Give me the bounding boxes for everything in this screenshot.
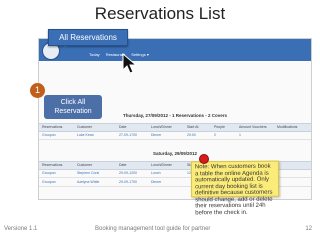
nav-today[interactable]: Today	[89, 52, 100, 59]
cell: Azelyna White	[77, 180, 100, 184]
col-lunch-dinner: Lunch/Dinner	[151, 125, 172, 129]
cell: Dinner	[151, 180, 162, 184]
col-reservations: Reservations	[42, 163, 63, 167]
slide-title: Reservations List	[94, 4, 226, 23]
footer-page-number: 12	[305, 226, 312, 232]
col-reservations: Reservations	[42, 125, 63, 129]
table-row[interactable]: Groupon Luke Kean 27-09-1700 Dinner 20:0…	[39, 132, 311, 140]
cell: Stephen Corsi	[77, 171, 100, 175]
col-customer: Customer	[77, 163, 93, 167]
day-header-2: Saturday, 29/09/2012	[153, 151, 197, 156]
cell[interactable]: Groupon	[42, 180, 56, 184]
cell: 20:00	[187, 133, 196, 137]
cell: Dinner	[151, 133, 162, 137]
col-date: Date	[119, 125, 127, 129]
step-number-badge: 1	[30, 83, 45, 98]
cell: 1	[239, 133, 241, 137]
all-reservations-label: All Reservations	[59, 33, 117, 42]
cell: Luke Kean	[77, 133, 94, 137]
cell: 2	[214, 133, 216, 137]
sticky-note: Note: When customers book a table the on…	[190, 160, 280, 216]
col-vouchers: Amount Vouchers	[239, 125, 267, 129]
cell: 29-09-1700	[119, 180, 137, 184]
all-reservations-menu-item[interactable]: All Reservations	[48, 29, 128, 46]
col-start-at: Start At	[187, 125, 199, 129]
cell: 29-09-1200	[119, 171, 137, 175]
mouse-pointer-icon	[122, 53, 138, 74]
pushpin-icon	[199, 154, 209, 164]
cell: 27-09-1700	[119, 133, 137, 137]
cell: Lunch	[151, 171, 161, 175]
app-nav: Today Restaurant Settings ▾	[89, 52, 149, 59]
col-people: People	[214, 125, 225, 129]
click-instruction-callout: Click All Reservation	[44, 95, 102, 119]
table-header: Reservations Customer Date Lunch/Dinner …	[39, 123, 311, 132]
footer-version: Versione 1.1	[4, 226, 38, 232]
footer-doc-title: Booking management tool guide for partne…	[95, 226, 211, 232]
col-modifications: Modifications	[277, 125, 298, 129]
cell[interactable]: Groupon	[42, 171, 56, 175]
cell[interactable]: Groupon	[42, 133, 56, 137]
col-date: Date	[119, 163, 127, 167]
col-lunch-dinner: Lunch/Dinner	[151, 163, 172, 167]
col-customer: Customer	[77, 125, 93, 129]
